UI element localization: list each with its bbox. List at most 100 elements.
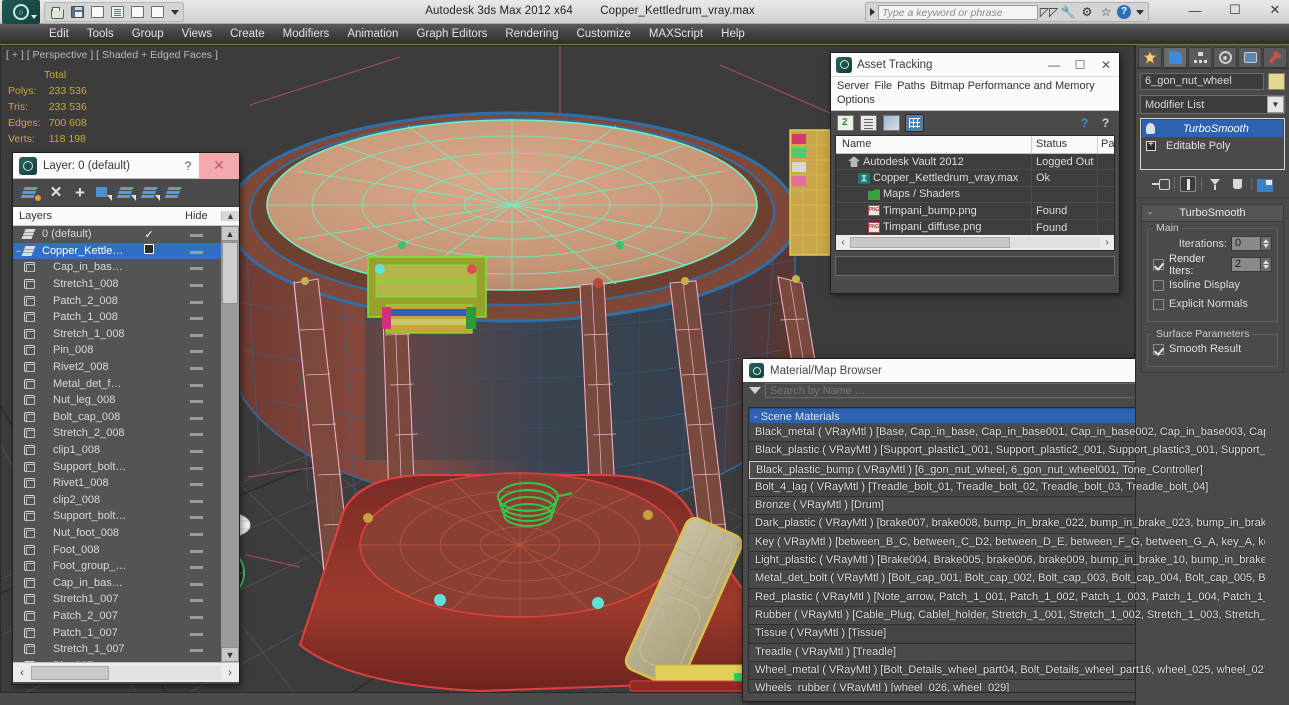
iterations-spinner-arrows[interactable] [1261,236,1272,251]
select-objects-in-layer-icon[interactable] [95,185,113,201]
menu-item-edit[interactable]: Edit [40,26,78,42]
maximize-button[interactable]: ☐ [1225,2,1245,18]
layer-active-toggle[interactable]: ✓ [127,228,171,241]
asset-row[interactable]: Timpani_bump.png Found [836,203,1114,220]
asset-menu-paths[interactable]: Paths [897,79,930,93]
layer-active-toggle[interactable] [127,244,171,257]
delete-layer-icon[interactable]: ✕ [47,184,65,201]
show-end-result-button[interactable] [1180,176,1196,192]
layer-row[interactable]: Metal_det_foot_008 [13,375,221,392]
layer-hide-toggle[interactable] [171,378,221,390]
hscroll-thumb[interactable] [31,665,109,680]
help-dropdown-chevron-icon[interactable] [1136,9,1144,15]
help-blue-icon[interactable]: ? [1077,116,1092,131]
highlight-selected-objects-icon[interactable] [143,185,161,201]
layer-row[interactable]: clip1_008 [13,442,221,459]
menu-item-rendering[interactable]: Rendering [496,26,567,42]
asset-hscroll-right-icon[interactable]: › [1100,237,1114,248]
smooth-result-checkbox[interactable] [1153,343,1164,355]
asset-row[interactable]: Maps / Shaders [836,186,1114,204]
tab-modify[interactable] [1163,47,1187,68]
layer-row[interactable]: − Copper_Kettledrum [13,242,221,260]
render-iters-stepper[interactable]: 2 [1231,257,1272,272]
asset-minimize-button[interactable]: — [1041,58,1067,72]
layer-hide-toggle[interactable] [171,361,221,373]
wrench-icon[interactable]: 🔧 [1060,4,1076,20]
hscroll-right-arrow-icon[interactable]: › [221,667,239,679]
rollout-header[interactable]: - TurboSmooth [1142,205,1283,222]
search-input[interactable]: Type a keyword or phrase [878,4,1038,20]
tab-create[interactable] [1138,47,1162,68]
menu-item-graph-editors[interactable]: Graph Editors [407,26,496,42]
asset-menu-bitmap-performance-and-memory[interactable]: Bitmap Performance and Memory [930,79,1099,93]
layer-row[interactable]: Foot_008 [13,541,221,558]
layer-row[interactable]: Stretch1_008 [13,276,221,293]
asset-close-button[interactable]: ✕ [1093,58,1119,72]
layer-row[interactable]: Bolt_cap_008 [13,409,221,426]
rollout-collapse-icon[interactable]: - [1142,207,1158,219]
layer-scroll-up-icon[interactable]: ▲ [221,211,239,221]
isoline-display-row[interactable]: Isoline Display [1153,277,1272,293]
thumbnail-view-icon[interactable] [883,115,900,131]
list-view-icon[interactable] [860,115,877,131]
tab-hierarchy[interactable] [1188,47,1212,68]
layer-help-button[interactable]: ? [177,159,199,173]
layer-hide-toggle[interactable] [171,328,221,340]
layer-hide-toggle[interactable] [171,643,221,655]
layer-row[interactable]: Patch_1_008 [13,309,221,326]
hscroll-track[interactable] [31,665,221,680]
expand-toggle-icon[interactable]: − [13,246,24,256]
qat-overflow-chevron-icon[interactable] [171,9,179,15]
layer-hide-toggle[interactable] [171,444,221,456]
layer-hide-toggle[interactable] [171,261,221,273]
expand-plus-icon[interactable] [1146,139,1156,151]
modifier-stack-item-turbosmooth[interactable]: TurboSmooth [1142,120,1283,137]
chevron-down-icon[interactable]: ▼ [1267,96,1284,113]
asset-row[interactable]: Timpani_diffuse.png Found [836,219,1114,236]
render-iters-checkbox[interactable] [1153,259,1164,270]
menu-item-customize[interactable]: Customize [567,26,639,42]
infocenter-expand-icon[interactable] [870,8,875,16]
workspace-button[interactable] [149,4,166,20]
binoculars-icon[interactable]: ◸◸ [1040,4,1058,20]
asset-menu-options[interactable]: Options [837,93,880,107]
layer-hide-toggle[interactable] [171,477,221,489]
layers-column-header[interactable]: Layers [13,210,141,222]
layer-vertical-scrollbar[interactable]: ▲ ▼ [221,226,239,662]
layer-hide-toggle[interactable] [171,245,221,257]
grid-view-icon[interactable] [905,114,924,132]
tab-motion[interactable] [1213,47,1237,68]
layer-active-box-icon[interactable] [144,244,154,255]
asset-tracking-grid[interactable]: Name Status Pa Autodesk Vault 2012 Logged… [835,135,1115,251]
remove-modifier-button[interactable] [1229,176,1246,192]
modifier-list-dropdown[interactable]: Modifier List ▼ [1140,95,1285,114]
object-name-field[interactable]: 6_gon_nut_wheel [1140,73,1264,90]
layer-row[interactable]: Pin_008 [13,342,221,359]
subscription-icon[interactable]: ⚙ [1079,4,1095,20]
layer-row[interactable]: Rivet2_008 [13,359,221,376]
save-file-button[interactable] [69,4,86,20]
layer-hide-toggle[interactable] [171,627,221,639]
layer-hide-toggle[interactable] [171,278,221,290]
scripting-button[interactable] [109,4,126,20]
layer-hide-toggle[interactable] [171,295,221,307]
asset-hscroll-left-icon[interactable]: ‹ [836,237,850,248]
layer-hide-toggle[interactable] [171,411,221,423]
layer-row[interactable]: Stretch_1_007 [13,641,221,658]
hide-unhide-layer-icon[interactable] [167,185,185,201]
menu-item-tools[interactable]: Tools [78,26,123,42]
layer-row[interactable]: Patch_1_007 [13,624,221,641]
material-options-chevron-icon[interactable] [749,387,761,394]
menu-item-modifiers[interactable]: Modifiers [274,26,339,42]
asset-path-column-header[interactable]: Pa [1098,136,1114,153]
menu-item-help[interactable]: Help [712,26,754,42]
asset-menu-server[interactable]: Server [837,79,874,93]
hide-column-header[interactable]: Hide [185,210,221,222]
asset-name-column-header[interactable]: Name [836,136,1032,153]
favorites-star-icon[interactable]: ☆ [1098,4,1114,20]
layer-hide-toggle[interactable] [171,610,221,622]
explicit-normals-checkbox[interactable] [1153,298,1164,310]
hscroll-left-arrow-icon[interactable]: ‹ [13,667,31,679]
asset-status-column-header[interactable]: Status [1032,136,1098,153]
iterations-stepper[interactable]: 0 [1231,236,1272,251]
